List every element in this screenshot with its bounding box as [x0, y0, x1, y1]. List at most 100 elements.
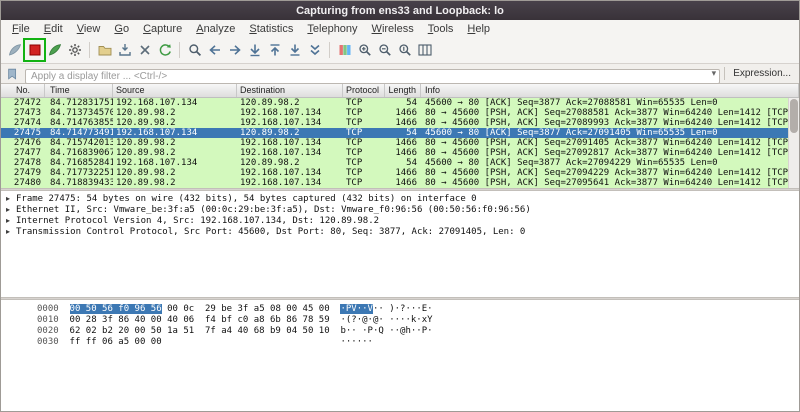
find-packet-icon[interactable] [185, 40, 204, 60]
hex-row[interactable]: 0020 62 02 b2 20 00 50 1a 51 7f a4 40 68… [37, 326, 799, 337]
cell-len: 1466 [385, 118, 421, 128]
colorize-icon[interactable] [335, 40, 354, 60]
packet-row[interactable]: 2747684.715742013120.89.98.2192.168.107.… [1, 138, 799, 148]
cell-proto: TCP [343, 98, 385, 108]
go-back-icon[interactable] [205, 40, 224, 60]
column-header-time[interactable]: Time [45, 84, 113, 97]
menu-statistics[interactable]: Statistics [242, 22, 300, 36]
expand-arrow-icon[interactable]: ▸ [1, 215, 16, 226]
detail-line[interactable]: ▸Ethernet II, Src: Vmware_be:3f:a5 (00:0… [1, 204, 799, 215]
cell-info: 80 → 45600 [PSH, ACK] Seq=27089993 Ack=3… [421, 118, 799, 128]
stop-capture-icon[interactable] [25, 40, 44, 60]
menu-file[interactable]: File [5, 22, 37, 36]
ascii-selected-bytes: ·PV··V [340, 304, 373, 314]
packet-row[interactable]: 2747984.717732251120.89.98.2192.168.107.… [1, 168, 799, 178]
cell-dst: 192.168.107.134 [237, 118, 343, 128]
hex-ascii: ·PV··V·· )·?···E· [340, 304, 432, 314]
menu-tools[interactable]: Tools [421, 22, 461, 36]
menu-wireless[interactable]: Wireless [365, 22, 421, 36]
resize-columns-icon[interactable] [415, 40, 434, 60]
go-forward-icon[interactable] [225, 40, 244, 60]
packet-row[interactable]: 2747284.712831751192.168.107.134120.89.9… [1, 98, 799, 108]
detail-line[interactable]: ▸Transmission Control Protocol, Src Port… [1, 226, 799, 237]
detail-text: Internet Protocol Version 4, Src: 192.16… [16, 216, 379, 226]
cell-src: 120.89.98.2 [113, 138, 237, 148]
packet-row[interactable]: 2747784.716839067120.89.98.2192.168.107.… [1, 148, 799, 158]
packet-list-scrollbar[interactable] [788, 98, 799, 188]
packet-row[interactable]: 2747584.714773491192.168.107.134120.89.9… [1, 128, 799, 138]
go-to-packet-icon[interactable] [245, 40, 264, 60]
menu-go[interactable]: Go [107, 22, 136, 36]
menu-telephony[interactable]: Telephony [300, 22, 364, 36]
cell-src: 120.89.98.2 [113, 118, 237, 128]
toolbar-separator [179, 42, 180, 58]
menu-edit[interactable]: Edit [37, 22, 70, 36]
menu-bar: FileEditViewGoCaptureAnalyzeStatisticsTe… [1, 20, 799, 37]
cell-len: 1466 [385, 178, 421, 188]
start-capture-icon[interactable] [5, 40, 24, 60]
column-header-dst[interactable]: Destination [237, 84, 343, 97]
filter-bookmark-icon[interactable] [5, 66, 21, 82]
hex-row[interactable]: 0000 00 50 56 f0 96 56 00 0c 29 be 3f a5… [37, 304, 799, 315]
packet-row[interactable]: 2747384.713734570120.89.98.2192.168.107.… [1, 108, 799, 118]
hex-selected-bytes: 00 50 56 f0 96 56 [70, 304, 162, 314]
cell-src: 192.168.107.134 [113, 128, 237, 138]
expand-arrow-icon[interactable]: ▸ [1, 226, 16, 237]
zoom-in-icon[interactable] [355, 40, 374, 60]
detail-text: Transmission Control Protocol, Src Port:… [16, 227, 525, 237]
display-filter-input[interactable] [25, 69, 720, 84]
close-file-icon[interactable] [135, 40, 154, 60]
detail-line[interactable]: ▸Frame 27475: 54 bytes on wire (432 bits… [1, 193, 799, 204]
cell-len: 1466 [385, 168, 421, 178]
column-header-proto[interactable]: Protocol [343, 84, 385, 97]
save-file-icon[interactable] [115, 40, 134, 60]
cell-dst: 192.168.107.134 [237, 168, 343, 178]
go-last-packet-icon[interactable] [285, 40, 304, 60]
packet-row[interactable]: 2747884.716852841192.168.107.134120.89.9… [1, 158, 799, 168]
packet-row[interactable]: 2748084.718839433120.89.98.2192.168.107.… [1, 178, 799, 188]
menu-analyze[interactable]: Analyze [189, 22, 242, 36]
cell-dst: 120.89.98.2 [237, 128, 343, 138]
open-file-icon[interactable] [95, 40, 114, 60]
auto-scroll-icon[interactable] [305, 40, 324, 60]
filter-dropdown-caret-icon[interactable]: ▾ [712, 68, 717, 79]
filter-input-wrap: ▾ [25, 66, 720, 81]
restart-capture-icon[interactable] [45, 40, 64, 60]
cell-src: 120.89.98.2 [113, 168, 237, 178]
detail-line[interactable]: ▸Internet Protocol Version 4, Src: 192.1… [1, 215, 799, 226]
scrollbar-thumb[interactable] [790, 99, 798, 133]
cell-info: 80 → 45600 [PSH, ACK] Seq=27092817 Ack=3… [421, 148, 799, 158]
expression-button[interactable]: Expression... [729, 68, 795, 79]
reload-icon[interactable] [155, 40, 174, 60]
expand-arrow-icon[interactable]: ▸ [1, 193, 16, 204]
menu-help[interactable]: Help [460, 22, 497, 36]
cell-proto: TCP [343, 108, 385, 118]
hex-row[interactable]: 0010 00 28 3f 86 40 00 40 06 f4 bf c0 a8… [37, 315, 799, 326]
menu-view[interactable]: View [70, 22, 108, 36]
menu-capture[interactable]: Capture [136, 22, 189, 36]
hex-row[interactable]: 0030 ff ff 06 a5 00 00 ······ [37, 337, 799, 348]
window-title: Capturing from ens33 and Loopback: lo [296, 5, 504, 17]
cell-no: 27472 [1, 98, 45, 108]
cell-no: 27478 [1, 158, 45, 168]
expand-arrow-icon[interactable]: ▸ [1, 204, 16, 215]
column-header-info[interactable]: Info [421, 84, 799, 97]
go-first-packet-icon[interactable] [265, 40, 284, 60]
zoom-100-icon[interactable] [395, 40, 414, 60]
column-header-src[interactable]: Source [113, 84, 237, 97]
cell-dst: 192.168.107.134 [237, 148, 343, 158]
cell-info: 80 → 45600 [PSH, ACK] Seq=27091405 Ack=3… [421, 138, 799, 148]
cell-time: 84.712831751 [45, 98, 113, 108]
hex-offset: 0010 [37, 315, 59, 325]
capture-options-icon[interactable] [65, 40, 84, 60]
cell-dst: 192.168.107.134 [237, 178, 343, 188]
cell-time: 84.715742013 [45, 138, 113, 148]
hex-bytes: ff ff 06 a5 00 00 [70, 337, 330, 348]
cell-info: 45600 → 80 [ACK] Seq=3877 Ack=27088581 W… [421, 98, 799, 108]
zoom-out-icon[interactable] [375, 40, 394, 60]
hex-dump: 0000 00 50 56 f0 96 56 00 0c 29 be 3f a5… [1, 300, 799, 411]
packet-row[interactable]: 2747484.714763855120.89.98.2192.168.107.… [1, 118, 799, 128]
cell-len: 1466 [385, 108, 421, 118]
column-header-no[interactable]: No. [1, 84, 45, 97]
column-header-len[interactable]: Length [385, 84, 421, 97]
